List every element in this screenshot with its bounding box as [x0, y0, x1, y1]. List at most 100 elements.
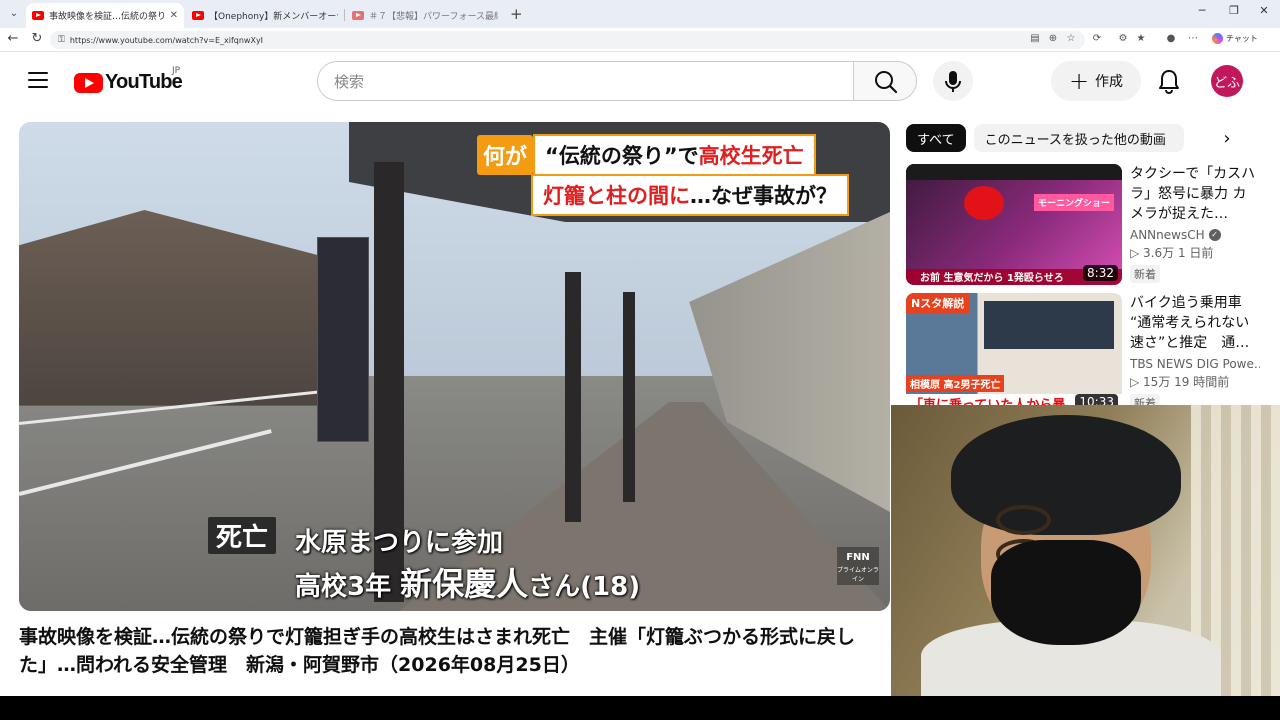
chip-all[interactable]: すべて [906, 124, 966, 152]
caption-tag: 死亡 [208, 517, 277, 554]
webcam-overlay [891, 405, 1280, 696]
account-avatar[interactable]: どふ [1211, 65, 1243, 97]
network-logo-text: FNN [846, 552, 870, 563]
caption-suffix: さん(18) [528, 572, 641, 602]
youtube-favicon-icon [32, 11, 44, 20]
youtube-favicon-icon [192, 11, 204, 20]
telop-headline-text: “伝統の祭り”で [545, 144, 699, 168]
caption-line1: 水原まつりに参加 [295, 528, 504, 558]
recommended-title[interactable]: タクシーで「カスハラ」怒号に暴力 カメラが捉えた… [1130, 164, 1260, 224]
chip-related-news[interactable]: このニュースを扱った他の動画 [973, 124, 1184, 152]
voice-search-button[interactable] [933, 61, 973, 101]
caption-grade: 高校3年 [295, 572, 392, 602]
profile-icon[interactable]: ● [1164, 33, 1178, 44]
thumb-location-label: 相模原 高2男子死亡 [906, 375, 1005, 392]
youtube-logo[interactable]: YouTube JP [74, 66, 183, 94]
bell-icon [1159, 70, 1179, 94]
chevron-right-icon[interactable]: › [1216, 128, 1238, 149]
news-telop-top: 何が “伝統の祭り”で高校生死亡 [477, 134, 816, 176]
video-player[interactable]: 何が “伝統の祭り”で高校生死亡 灯籠と柱の間に…なぜ事故が？ 死亡 水原まつり… [19, 122, 890, 611]
thumb-program-label: モーニングショー [1033, 194, 1114, 211]
screen: ⌄ 事故映像を検証…伝統の祭りで ✕ 【Onephony】新メンバーオーディショ… [0, 0, 1280, 696]
hamburger-menu-icon[interactable] [28, 72, 48, 88]
caption-line2: 高校3年 新保慶人さん(18) [295, 559, 640, 605]
site-info-icon[interactable]: ⚿ [58, 35, 65, 45]
channel-row: TBS NEWS DIG Powe… [1130, 357, 1260, 371]
video-title: 事故映像を検証…伝統の祭りで灯籠担ぎ手の高校生はさまれ死亡 主催「灯籠ぶつかる形… [19, 626, 856, 676]
recommended-video[interactable]: Nスタ解説 相模原 高2男子死亡 「車に乗っていた人から暴 10:33 バイク追… [906, 293, 1266, 415]
translate-icon[interactable]: ▤ [1028, 33, 1042, 44]
chat-label: チャット [1226, 34, 1258, 43]
telop-headline: “伝統の祭り”で高校生死亡 [533, 134, 816, 176]
logo-wordmark: YouTube [105, 71, 183, 93]
maximize-icon[interactable]: ❐ [1224, 4, 1244, 17]
channel-row: ANNnewsCH ✓ [1130, 228, 1260, 242]
search-icon [875, 71, 898, 94]
video-stats: ▷ 15万 19 時間前 [1130, 375, 1230, 389]
video-frame-pillar [565, 272, 581, 522]
video-stats: ▷ 3.6万 1 日前 [1130, 246, 1214, 260]
verified-check-icon: ✓ [1208, 229, 1221, 241]
chat-button[interactable]: チャット [1212, 33, 1258, 44]
view-count: 15万 [1143, 375, 1171, 389]
network-logo: FNN プライムオンライン [837, 547, 879, 585]
video-thumbnail[interactable]: Nスタ解説 相模原 高2男子死亡 「車に乗っていた人から暴 10:33 [906, 293, 1122, 414]
youtube-play-icon [74, 72, 103, 93]
search-button[interactable] [853, 61, 917, 101]
recommended-video[interactable]: モーニングショー お前 生意気だから 1発殴らせろ 8:32 タクシーで「カスハ… [906, 164, 1266, 286]
upload-age: 19 時間前 [1174, 375, 1230, 389]
thumb-blur-marker [964, 186, 1004, 220]
new-tab-icon[interactable]: + [510, 5, 523, 23]
youtube-header: YouTube JP 検索 + 作成 どふ [0, 52, 1280, 112]
notifications-button[interactable] [1152, 64, 1186, 98]
create-button[interactable]: + 作成 [1051, 61, 1141, 101]
caption-name: 新保慶人 [400, 565, 529, 603]
address-url: https://www.youtube.com/watch?v=E_xifqnw… [69, 35, 264, 45]
search-input[interactable]: 検索 [317, 61, 854, 101]
thumb-header-bar [906, 164, 1122, 180]
bookmark-star-icon[interactable]: ☆ [1064, 33, 1078, 44]
upload-age: 1 日前 [1177, 246, 1214, 260]
minimize-icon[interactable]: ─ [1192, 4, 1212, 17]
telop-second-text: …なぜ事故が？ [690, 184, 837, 208]
recommended-title[interactable]: バイク追う乗用車 “通常考えられない速さ”と推定 通… [1130, 293, 1260, 353]
back-icon[interactable]: ← [4, 31, 22, 46]
create-label: 作成 [1095, 74, 1124, 90]
video-frame-pillar [623, 292, 635, 502]
avatar-initials: どふ [1213, 75, 1240, 91]
refresh-page-icon[interactable]: ⟳ [1090, 33, 1104, 44]
video-meta: タクシーで「カスハラ」怒号に暴力 カメラが捉えた… ANNnewsCH ✓ ▷ … [1130, 164, 1260, 283]
tab-divider [344, 9, 345, 21]
tab-search-menu-icon[interactable]: ⌄ [6, 6, 22, 22]
more-menu-icon[interactable]: ⋯ [1186, 33, 1200, 44]
channel-name[interactable]: ANNnewsCH [1130, 228, 1205, 242]
channel-name[interactable]: TBS NEWS DIG Powe… [1130, 357, 1260, 371]
youtube-favicon-icon [352, 11, 364, 20]
network-logo-sub: プライムオンライン [837, 567, 879, 583]
address-bar[interactable]: ⚿ https://www.youtube.com/watch?v=E_xifq… [50, 31, 1085, 49]
tab-close-icon[interactable]: ✕ [170, 10, 178, 21]
video-meta: バイク追う乗用車 “通常考えられない速さ”と推定 通… TBS NEWS DIG… [1130, 293, 1260, 412]
thumb-program-label: Nスタ解説 [906, 293, 970, 313]
webcam-person-glasses [996, 505, 1136, 569]
extensions-icon[interactable]: ⚙ [1116, 33, 1130, 44]
microphone-icon [945, 71, 961, 92]
news-telop-second: 灯籠と柱の間に…なぜ事故が？ [531, 174, 849, 216]
browser-tab[interactable]: 【Onephony】新メンバーオーディション開 [186, 3, 344, 28]
reload-icon[interactable]: ↻ [28, 31, 46, 46]
video-thumbnail[interactable]: モーニングショー お前 生意気だから 1発殴らせろ 8:32 [906, 164, 1122, 285]
search-placeholder: 検索 [334, 72, 365, 91]
tab-title: ＃７【悲報】パワーフォース最終決戦！ [369, 12, 498, 22]
filter-chips: すべて このニュースを扱った他の動画 [906, 124, 1184, 152]
webcam-person-mask [991, 540, 1141, 645]
region-code: JP [172, 66, 181, 76]
telop-second-highlight: 灯籠と柱の間に [543, 184, 690, 208]
window-close-icon[interactable]: ✕ [1254, 4, 1274, 17]
favorites-icon[interactable]: ★ [1134, 33, 1148, 44]
zoom-icon[interactable]: ⊕ [1046, 33, 1060, 44]
browser-tab-active[interactable]: 事故映像を検証…伝統の祭りで ✕ [26, 3, 184, 28]
video-duration: 8:32 [1083, 265, 1118, 281]
browser-tab[interactable]: ＃７【悲報】パワーフォース最終決戦！ [346, 3, 504, 28]
browser-toolbar: ← ↻ ⚿ https://www.youtube.com/watch?v=E_… [0, 28, 1280, 52]
copilot-icon [1212, 33, 1223, 44]
